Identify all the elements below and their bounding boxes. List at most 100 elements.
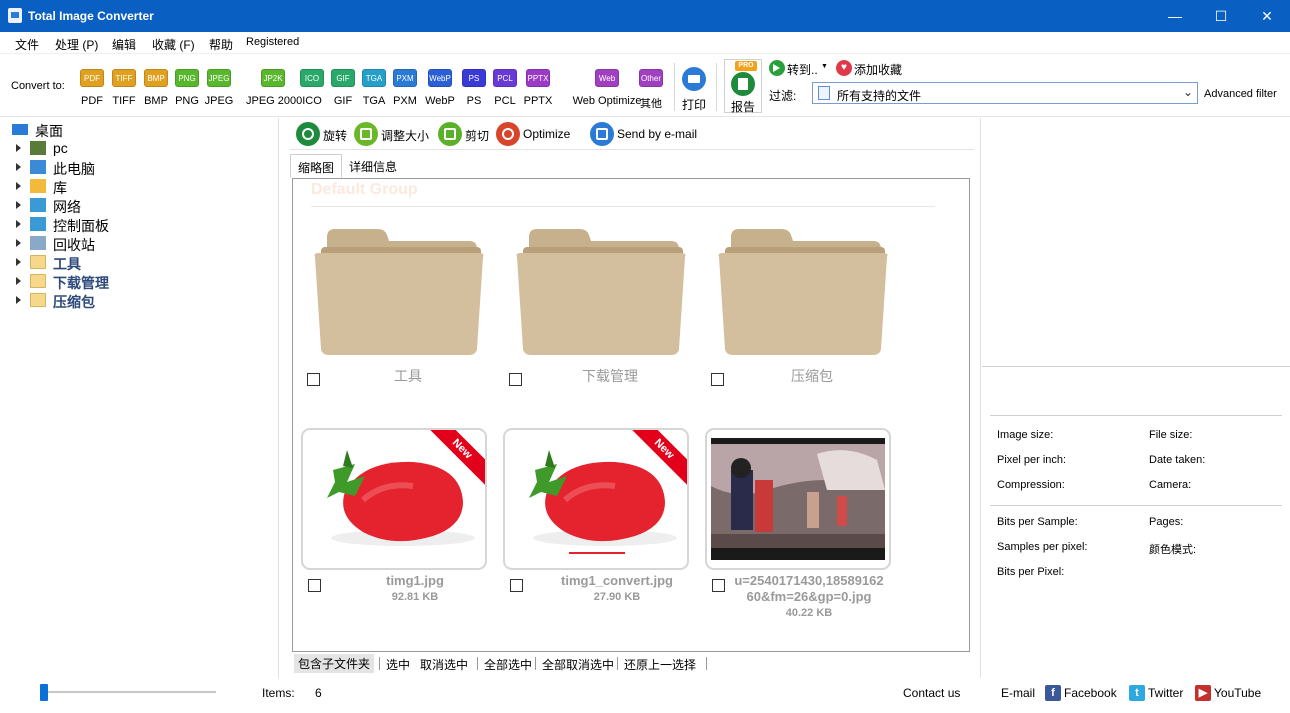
contact-link[interactable]: Contact us xyxy=(903,686,960,700)
expand-arrow-icon[interactable] xyxy=(16,296,21,304)
format-icon: PCL xyxy=(493,69,517,87)
add-favorite-button[interactable]: ♥ 添加收藏 xyxy=(836,59,906,77)
deselect-all-button[interactable]: 全部取消选中 xyxy=(542,656,614,673)
close-button[interactable]: ✕ xyxy=(1244,0,1290,32)
format-icon: PPTX xyxy=(526,69,550,87)
icon-glyph xyxy=(360,128,372,140)
email-link[interactable]: E-mail xyxy=(1001,686,1035,700)
folder-icon xyxy=(516,229,686,355)
goto-button[interactable]: 转到.. ▼ xyxy=(769,59,831,77)
expand-arrow-icon[interactable] xyxy=(16,201,21,209)
tree-item[interactable]: 回收站 xyxy=(16,234,266,253)
actions-bar: 旋转 调整大小 剪切 Optimize Send by e-mail xyxy=(290,118,974,150)
twitter-icon: t xyxy=(1129,685,1145,701)
convert-jpeg-button[interactable]: JPEG JPEG xyxy=(199,69,239,107)
expand-arrow-icon[interactable] xyxy=(16,182,21,190)
menu-process[interactable]: 处理 (P) xyxy=(55,36,98,53)
folder-thumbnail[interactable] xyxy=(515,227,687,355)
left-splitter[interactable] xyxy=(278,118,279,678)
dropdown-arrow-icon: ▼ xyxy=(821,63,828,70)
expand-arrow-icon[interactable] xyxy=(16,239,21,247)
right-splitter[interactable] xyxy=(980,118,981,678)
facebook-link[interactable]: Facebook xyxy=(1064,686,1117,700)
items-count: 6 xyxy=(315,686,322,700)
convert-pptx-button[interactable]: PPTX PPTX xyxy=(518,69,558,107)
expand-arrow-icon[interactable] xyxy=(16,144,21,152)
tree-item[interactable]: 工具 xyxy=(16,253,266,272)
convert-pxm-button[interactable]: PXM PXM xyxy=(385,69,425,107)
heart-icon: ♥ xyxy=(836,60,852,76)
control-panel-icon xyxy=(30,217,46,231)
format-icon: PXM xyxy=(393,69,417,87)
tab-details[interactable]: 详细信息 xyxy=(342,154,404,178)
menu-help[interactable]: 帮助 xyxy=(209,36,233,53)
tree-item-label: pc xyxy=(53,140,68,156)
tree-item[interactable]: 网络 xyxy=(16,196,266,215)
folder-icon xyxy=(314,229,484,355)
filter-label: 过滤: xyxy=(769,89,797,103)
maximize-button[interactable]: ☐ xyxy=(1198,0,1244,32)
twitter-link[interactable]: Twitter xyxy=(1148,686,1183,700)
file-name-line1: u=2540171430,18589162 xyxy=(734,573,884,588)
file-name-line2: 60&fm=26&gp=0.jpg xyxy=(746,589,872,604)
tree-item[interactable]: 库 xyxy=(16,177,266,196)
image-thumbnail[interactable]: New xyxy=(301,428,487,570)
image-thumbnail[interactable] xyxy=(705,428,891,570)
info-divider xyxy=(982,366,1290,367)
recycle-bin-icon xyxy=(30,236,46,250)
zoom-slider-track[interactable] xyxy=(40,691,216,693)
tree-item-label: 网络 xyxy=(53,199,81,215)
folder-name: 下载管理 xyxy=(582,368,638,384)
format-icon: Web xyxy=(595,69,619,87)
separator xyxy=(477,657,478,670)
zoom-slider-thumb[interactable] xyxy=(40,684,48,701)
icon-glyph xyxy=(444,128,456,140)
format-icon: PDF xyxy=(80,69,104,87)
window-title: Total Image Converter xyxy=(28,9,154,23)
rotate-icon xyxy=(296,122,320,146)
convert-其他-button[interactable]: Other 其他 xyxy=(631,69,671,111)
expand-arrow-icon[interactable] xyxy=(16,220,21,228)
menu-file[interactable]: 文件 xyxy=(15,36,39,53)
crop-icon xyxy=(438,122,462,146)
tree-item-label: 回收站 xyxy=(53,237,95,253)
tree-item[interactable]: 此电脑 xyxy=(16,158,266,177)
advanced-filter-link[interactable]: Advanced filter xyxy=(1204,88,1277,100)
print-button[interactable]: 打印 xyxy=(680,67,710,113)
tree-item[interactable]: 压缩包 xyxy=(16,291,266,310)
chevron-down-icon: ⌄ xyxy=(1182,85,1193,99)
menu-edit[interactable]: 编辑 xyxy=(112,36,136,53)
info-field-label: Bits per Pixel: xyxy=(997,566,1065,578)
format-icon: ICO xyxy=(300,69,324,87)
youtube-link[interactable]: YouTube xyxy=(1214,686,1261,700)
restore-selection-button[interactable]: 还原上一选择 xyxy=(624,656,696,673)
deselect-button[interactable]: 取消选中 xyxy=(420,656,468,673)
report-button[interactable]: PRO 报告 xyxy=(724,59,762,114)
file-size: 40.22 KB xyxy=(785,607,833,619)
folder-tree: 桌面 pc 此电脑库网络 控制面板回收站 工具 下载管理 压缩包 xyxy=(0,118,278,678)
select-all-button[interactable]: 全部选中 xyxy=(484,656,532,673)
format-icon: Other xyxy=(639,69,663,87)
menu-favorites[interactable]: 收藏 (F) xyxy=(152,36,195,53)
tree-item[interactable]: 桌面 xyxy=(12,120,262,139)
tree-item[interactable]: pc xyxy=(16,139,266,158)
info-field-label: Samples per pixel: xyxy=(997,541,1088,553)
minimize-button[interactable]: — xyxy=(1152,0,1198,32)
expand-arrow-icon[interactable] xyxy=(16,277,21,285)
folder-thumbnail[interactable] xyxy=(717,227,889,355)
tree-item[interactable]: 下载管理 xyxy=(16,272,266,291)
image-thumbnail[interactable]: New xyxy=(503,428,689,570)
info-field-label: Bits per Sample: xyxy=(997,516,1078,528)
filter-select[interactable]: 所有支持的文件 ⌄ xyxy=(812,82,1198,104)
expand-arrow-icon[interactable] xyxy=(16,258,21,266)
app-icon xyxy=(8,8,22,23)
folder-thumbnail[interactable] xyxy=(313,227,485,355)
select-button[interactable]: 选中 xyxy=(386,656,410,673)
include-subfolders-button[interactable]: 包含子文件夹 xyxy=(294,654,375,673)
tree-item[interactable]: 控制面板 xyxy=(16,215,266,234)
toolbar-separator xyxy=(716,63,717,111)
tab-thumbnails[interactable]: 缩略图 xyxy=(290,154,343,178)
expand-arrow-icon[interactable] xyxy=(16,163,21,171)
resize-icon xyxy=(354,122,378,146)
group-divider xyxy=(311,206,935,207)
